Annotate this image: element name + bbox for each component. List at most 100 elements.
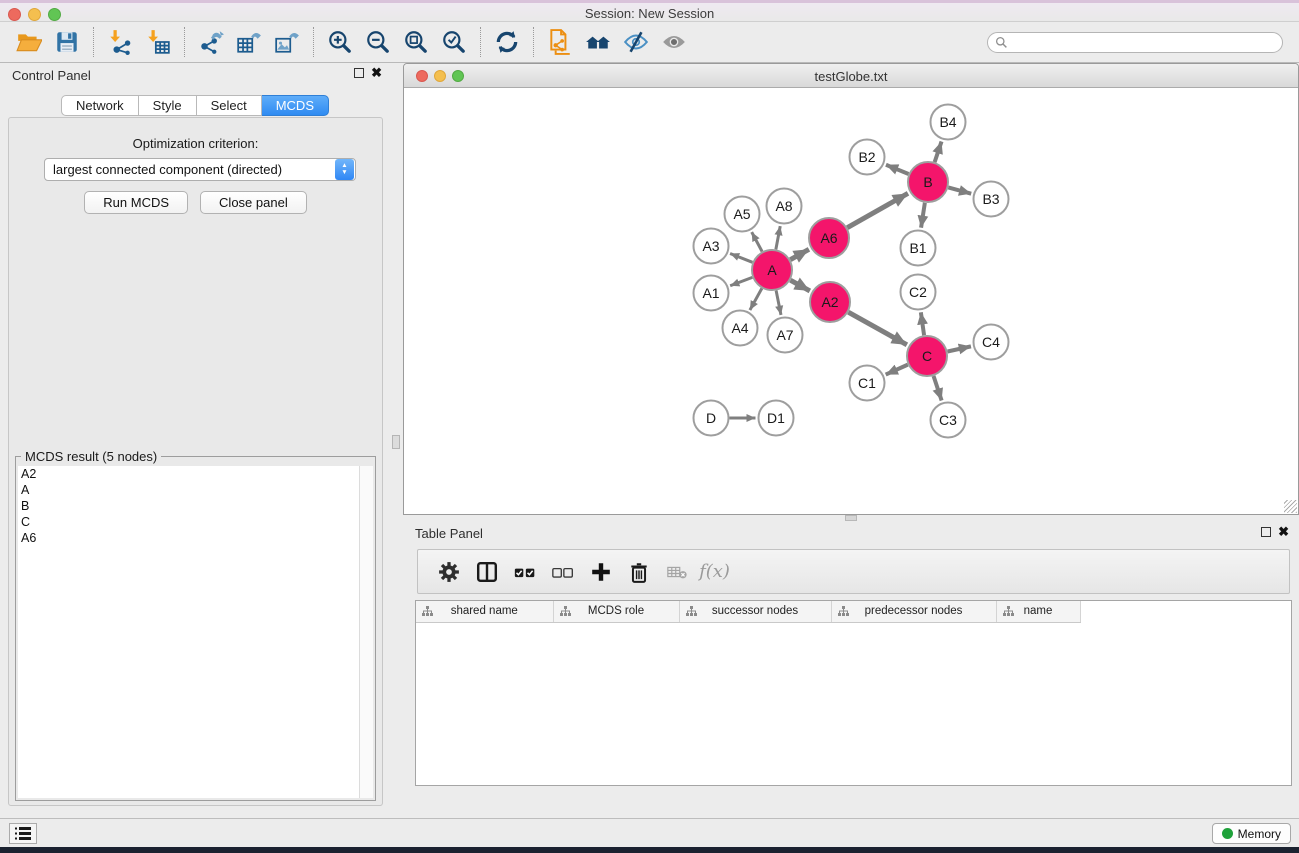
- edge-B-B2[interactable]: [886, 165, 909, 174]
- window-resize-grip[interactable]: [1284, 500, 1297, 513]
- column-header-successor-nodes[interactable]: successor nodes: [679, 601, 831, 622]
- edge-A6-B[interactable]: [847, 193, 908, 227]
- graph-node-A5[interactable]: A5: [725, 197, 760, 232]
- new-network-from-file-button[interactable]: [541, 26, 579, 58]
- import-table-button[interactable]: [139, 26, 177, 58]
- houses-button[interactable]: [579, 26, 617, 58]
- graph-node-C2[interactable]: C2: [901, 275, 936, 310]
- result-list-item[interactable]: A6: [18, 530, 359, 546]
- column-header-name[interactable]: name: [996, 601, 1080, 622]
- export-table-button[interactable]: [230, 26, 268, 58]
- zoom-fit-button[interactable]: [397, 26, 435, 58]
- edge-A2-C[interactable]: [848, 312, 907, 345]
- edge-C-C4[interactable]: [948, 346, 971, 351]
- graph-node-B4[interactable]: B4: [931, 105, 966, 140]
- edge-A-A7[interactable]: [776, 291, 781, 315]
- close-panel-icon[interactable]: ✖: [371, 68, 382, 78]
- zoom-selected-button[interactable]: [435, 26, 473, 58]
- edge-A-A8[interactable]: [776, 226, 780, 249]
- close-panel-button[interactable]: Close panel: [200, 191, 307, 214]
- graph-node-C[interactable]: C: [907, 336, 947, 376]
- delete-column-button[interactable]: [622, 555, 655, 589]
- zoom-out-button[interactable]: [359, 26, 397, 58]
- graph-node-A4[interactable]: A4: [723, 311, 758, 346]
- mcds-panel: Optimization criterion: largest connecte…: [8, 117, 383, 806]
- table-panel-title: Table Panel: [403, 521, 1299, 541]
- svg-text:A3: A3: [702, 238, 719, 254]
- float-panel-icon[interactable]: [354, 68, 364, 78]
- float-table-panel-icon[interactable]: [1261, 527, 1271, 537]
- table-settings-button[interactable]: [432, 555, 465, 589]
- svg-text:A8: A8: [775, 198, 792, 214]
- search-input[interactable]: [1008, 35, 1275, 49]
- export-image-button[interactable]: [268, 26, 306, 58]
- graph-node-C4[interactable]: C4: [974, 325, 1009, 360]
- result-list-item[interactable]: A: [18, 482, 359, 498]
- tab-mcds[interactable]: MCDS: [262, 95, 329, 116]
- graph-node-D[interactable]: D: [694, 401, 729, 436]
- memory-button[interactable]: Memory: [1212, 823, 1291, 844]
- edge-C-C3[interactable]: [934, 376, 942, 401]
- graph-node-C1[interactable]: C1: [850, 366, 885, 401]
- birds-eye-view-button[interactable]: [655, 26, 693, 58]
- tab-select[interactable]: Select: [197, 95, 262, 116]
- deselect-all-button[interactable]: [546, 555, 579, 589]
- edge-C-C1[interactable]: [886, 365, 908, 375]
- graphics-details-button[interactable]: [617, 26, 655, 58]
- graph-node-A1[interactable]: A1: [694, 276, 729, 311]
- export-network-button[interactable]: [192, 26, 230, 58]
- edge-A-A6[interactable]: [790, 249, 809, 259]
- edge-B-B1[interactable]: [921, 203, 925, 228]
- edge-B-B4[interactable]: [935, 141, 942, 162]
- edge-A-A2[interactable]: [790, 280, 809, 291]
- open-file-button[interactable]: [10, 26, 48, 58]
- graph-node-A6[interactable]: A6: [809, 218, 849, 258]
- edge-A-A3[interactable]: [730, 254, 752, 263]
- criterion-dropdown[interactable]: largest connected component (directed) ▲…: [44, 158, 356, 181]
- import-network-button[interactable]: [101, 26, 139, 58]
- network-window-titlebar[interactable]: testGlobe.txt: [404, 64, 1298, 88]
- control-panel-header: Control Panel ✖: [0, 63, 390, 87]
- graph-node-B2[interactable]: B2: [850, 140, 885, 175]
- result-list-item[interactable]: B: [18, 498, 359, 514]
- edge-A-A1[interactable]: [730, 277, 752, 285]
- tab-network[interactable]: Network: [61, 95, 139, 116]
- svg-text:A7: A7: [776, 327, 793, 343]
- close-table-panel-icon[interactable]: ✖: [1278, 527, 1289, 537]
- graph-node-A[interactable]: A: [752, 250, 792, 290]
- graph-node-D1[interactable]: D1: [759, 401, 794, 436]
- select-all-button[interactable]: [508, 555, 541, 589]
- search-field[interactable]: [987, 32, 1283, 53]
- column-header-mcds-role[interactable]: MCDS role: [553, 601, 679, 622]
- zoom-in-button[interactable]: [321, 26, 359, 58]
- graph-node-B3[interactable]: B3: [974, 182, 1009, 217]
- task-history-button[interactable]: [9, 823, 37, 844]
- column-header-predecessor-nodes[interactable]: predecessor nodes: [831, 601, 996, 622]
- graph-node-C3[interactable]: C3: [931, 403, 966, 438]
- result-list-scrollbar[interactable]: [359, 466, 373, 798]
- refresh-button[interactable]: [488, 26, 526, 58]
- list-icon: [15, 827, 31, 840]
- edge-A-A4[interactable]: [750, 288, 762, 310]
- graph-node-A8[interactable]: A8: [767, 189, 802, 224]
- edge-A-A5[interactable]: [752, 232, 762, 251]
- graph-node-A2[interactable]: A2: [810, 282, 850, 322]
- result-list-item[interactable]: A2: [18, 466, 359, 482]
- add-column-button[interactable]: [584, 555, 617, 589]
- show-column-button[interactable]: [470, 555, 503, 589]
- tab-style[interactable]: Style: [139, 95, 197, 116]
- edge-C-C2[interactable]: [921, 312, 924, 335]
- edge-B-B3[interactable]: [948, 187, 971, 193]
- graph-node-B1[interactable]: B1: [901, 231, 936, 266]
- window-titlebar[interactable]: Session: New Session: [0, 0, 1299, 22]
- split-divider-handle[interactable]: [392, 435, 400, 449]
- graph-node-A7[interactable]: A7: [768, 318, 803, 353]
- result-list-item[interactable]: C: [18, 514, 359, 530]
- graph-node-B[interactable]: B: [908, 162, 948, 202]
- network-canvas[interactable]: B4 B2 B B3 A8 A5 A6 A3 B1 A C2 A1 A2 A4 A7 C4 C C1 C3 D D1: [404, 88, 1298, 514]
- column-header-shared-name[interactable]: shared name: [416, 601, 553, 622]
- run-mcds-button[interactable]: Run MCDS: [84, 191, 188, 214]
- graph-node-A3[interactable]: A3: [694, 229, 729, 264]
- save-session-button[interactable]: [48, 26, 86, 58]
- toolbar-separator: [533, 27, 534, 57]
